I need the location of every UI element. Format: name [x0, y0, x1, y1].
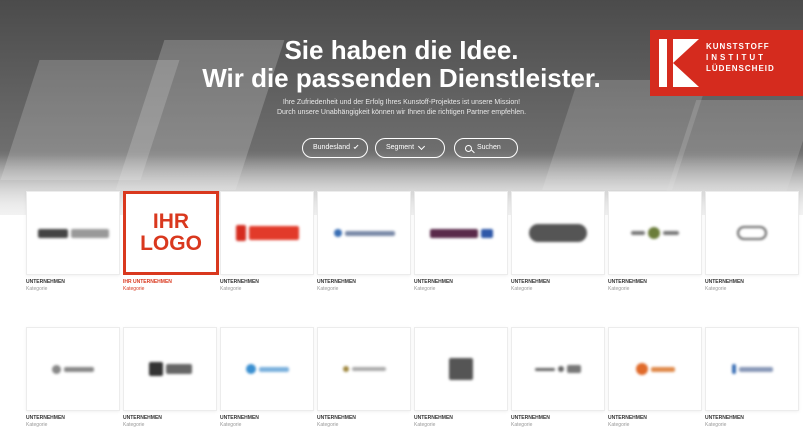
company-name: UNTERNEHMEN — [511, 279, 550, 285]
company-category: Kategorie — [414, 286, 436, 292]
company-category: Kategorie — [705, 422, 727, 428]
company-category: Kategorie — [317, 422, 339, 428]
chevron-down-icon — [417, 142, 426, 151]
company-card[interactable]: UNTERNEHMEN Kategorie — [123, 327, 219, 429]
company-name: UNTERNEHMEN — [414, 279, 453, 285]
company-category: Kategorie — [511, 286, 533, 292]
kik-logo-icon — [659, 39, 699, 87]
brand-line-3: LÜDENSCHEID — [706, 64, 775, 73]
company-name: UNTERNEHMEN — [414, 415, 453, 421]
company-card[interactable]: UNTERNEHMEN Kategorie — [317, 327, 413, 429]
company-logo — [26, 327, 120, 411]
company-card[interactable]: UNTERNEHMEN Kategorie — [414, 191, 510, 293]
company-name: UNTERNEHMEN — [220, 279, 259, 285]
your-company-category: Kategorie — [123, 286, 145, 292]
company-logo — [414, 191, 508, 275]
company-logo — [123, 327, 217, 411]
company-logo — [608, 191, 702, 275]
company-logo — [511, 191, 605, 275]
company-logo — [220, 327, 314, 411]
company-card[interactable]: UNTERNEHMEN Kategorie — [26, 327, 122, 429]
company-name: UNTERNEHMEN — [220, 415, 259, 421]
company-logo — [608, 327, 702, 411]
company-name: UNTERNEHMEN — [123, 415, 162, 421]
company-card[interactable]: UNTERNEHMEN Kategorie — [220, 327, 316, 429]
company-card[interactable]: UNTERNEHMEN Kategorie — [414, 327, 510, 429]
chevron-down-icon — [353, 144, 359, 149]
company-category: Kategorie — [414, 422, 436, 428]
search-label: Suchen — [477, 144, 501, 151]
company-logo — [705, 327, 799, 411]
company-category: Kategorie — [705, 286, 727, 292]
company-logo — [220, 191, 314, 275]
company-card[interactable]: UNTERNEHMEN Kategorie — [608, 191, 704, 293]
company-card[interactable]: UNTERNEHMEN Kategorie — [705, 191, 801, 293]
company-category: Kategorie — [608, 286, 630, 292]
your-company-name: IHR UNTERNEHMEN — [123, 279, 172, 285]
your-logo-placeholder: IHR LOGO — [123, 191, 219, 275]
company-logo — [317, 191, 411, 275]
hero-subtitle-line-2: Durch unsere Unabhängigkeit können wir I… — [276, 109, 527, 116]
company-name: UNTERNEHMEN — [26, 279, 65, 285]
company-logo — [414, 327, 508, 411]
company-category: Kategorie — [608, 422, 630, 428]
company-category: Kategorie — [220, 286, 242, 292]
company-name: UNTERNEHMEN — [317, 415, 356, 421]
brand-line-1: KUNSTSTOFF — [706, 42, 770, 51]
bundesland-label: Bundesland — [313, 144, 350, 151]
company-card[interactable]: UNTERNEHMEN Kategorie — [26, 191, 122, 293]
company-card[interactable]: UNTERNEHMEN Kategorie — [317, 191, 413, 293]
company-logo — [705, 191, 799, 275]
company-name: UNTERNEHMEN — [705, 279, 744, 285]
company-card[interactable]: UNTERNEHMEN Kategorie — [511, 191, 607, 293]
company-name: UNTERNEHMEN — [608, 415, 647, 421]
company-category: Kategorie — [511, 422, 533, 428]
company-category: Kategorie — [317, 286, 339, 292]
company-logo — [317, 327, 411, 411]
your-logo-line-2: LOGO — [140, 232, 202, 255]
company-card[interactable]: UNTERNEHMEN Kategorie — [608, 327, 704, 429]
company-category: Kategorie — [220, 422, 242, 428]
company-card[interactable]: UNTERNEHMEN Kategorie — [511, 327, 607, 429]
company-card[interactable]: UNTERNEHMEN Kategorie — [220, 191, 316, 293]
your-logo-line-1: IHR — [152, 210, 190, 233]
filter-bar: Bundesland Segment Suchen — [0, 138, 803, 160]
company-logo — [26, 191, 120, 275]
company-name: UNTERNEHMEN — [317, 279, 356, 285]
kik-brand-logo[interactable]: KUNSTSTOFF INSTITUT LÜDENSCHEID — [650, 30, 803, 96]
brand-line-2: INSTITUT — [706, 53, 766, 62]
company-name: UNTERNEHMEN — [26, 415, 65, 421]
company-name: UNTERNEHMEN — [608, 279, 647, 285]
company-category: Kategorie — [123, 422, 145, 428]
company-logo — [511, 327, 605, 411]
company-name: UNTERNEHMEN — [511, 415, 550, 421]
search-button[interactable]: Suchen — [454, 138, 518, 158]
company-name: UNTERNEHMEN — [705, 415, 744, 421]
segment-label: Segment — [386, 144, 415, 151]
company-card[interactable]: UNTERNEHMEN Kategorie — [705, 327, 801, 429]
search-icon — [465, 144, 472, 152]
your-logo-card[interactable]: IHR LOGO IHR UNTERNEHMEN Kategorie — [123, 191, 219, 293]
company-category: Kategorie — [26, 422, 48, 428]
company-category: Kategorie — [26, 286, 48, 292]
bundesland-dropdown[interactable]: Bundesland — [302, 138, 368, 158]
segment-dropdown[interactable]: Segment — [375, 138, 445, 158]
